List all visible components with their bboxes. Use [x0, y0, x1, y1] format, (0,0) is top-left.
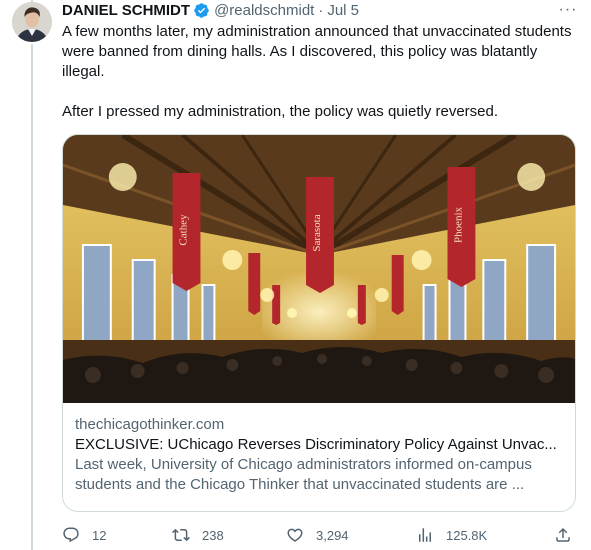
reply-count: 12 — [92, 527, 107, 543]
like-button[interactable]: 3,294 — [286, 526, 349, 544]
retweet-count: 238 — [202, 527, 224, 543]
card-image: Cathey Sarasota Phoenix — [63, 135, 575, 403]
tweet-date[interactable]: Jul 5 — [327, 2, 359, 19]
more-options-icon[interactable]: ··· — [558, 0, 578, 20]
card-title: EXCLUSIVE: UChicago Reverses Discriminat… — [75, 436, 557, 453]
card-domain: thechicagothinker.com — [75, 416, 225, 433]
reply-button[interactable]: 12 — [62, 526, 106, 544]
verified-badge-icon — [193, 2, 210, 19]
separator-dot: · — [318, 1, 324, 19]
tweet: DANIEL SCHMIDT @realdschmidt · Jul 5 ···… — [62, 0, 578, 512]
card-description: Last week, University of Chicago adminis… — [75, 456, 532, 493]
reply-icon — [63, 527, 79, 543]
retweet-icon — [172, 528, 190, 542]
banner-text: Cathey — [178, 214, 190, 246]
tweet-header: DANIEL SCHMIDT @realdschmidt · Jul 5 — [62, 0, 578, 20]
views-chart-icon — [419, 528, 431, 542]
avatar[interactable] — [12, 2, 52, 42]
like-count: 3,294 — [316, 527, 349, 543]
share-icon — [556, 527, 570, 542]
banner-text: Phoenix — [452, 206, 464, 243]
tweet-paragraph-2: After I pressed my administration, the p… — [62, 103, 499, 120]
tweet-paragraph-1: A few months later, my administration an… — [62, 23, 572, 80]
heart-icon — [287, 528, 303, 542]
author-name[interactable]: DANIEL SCHMIDT — [62, 2, 190, 19]
link-card[interactable]: Cathey Sarasota Phoenix thechicagothinker.… — [62, 134, 576, 512]
views-count: 125.8K — [446, 527, 488, 543]
banner-text: Sarasota — [311, 214, 323, 251]
thread-connector — [31, 44, 33, 550]
tweet-text: A few months later, my administration an… — [62, 22, 578, 122]
views-button[interactable]: 125.8K — [416, 526, 487, 544]
avatar-image — [12, 2, 52, 42]
card-text: thechicagothinker.com EXCLUSIVE: UChicag… — [63, 403, 575, 495]
author-handle[interactable]: @realdschmidt — [214, 2, 314, 19]
tweet-actions: 12 238 3,294 125.8K — [62, 522, 578, 548]
retweet-button[interactable]: 238 — [172, 526, 224, 544]
share-button[interactable] — [554, 526, 572, 544]
